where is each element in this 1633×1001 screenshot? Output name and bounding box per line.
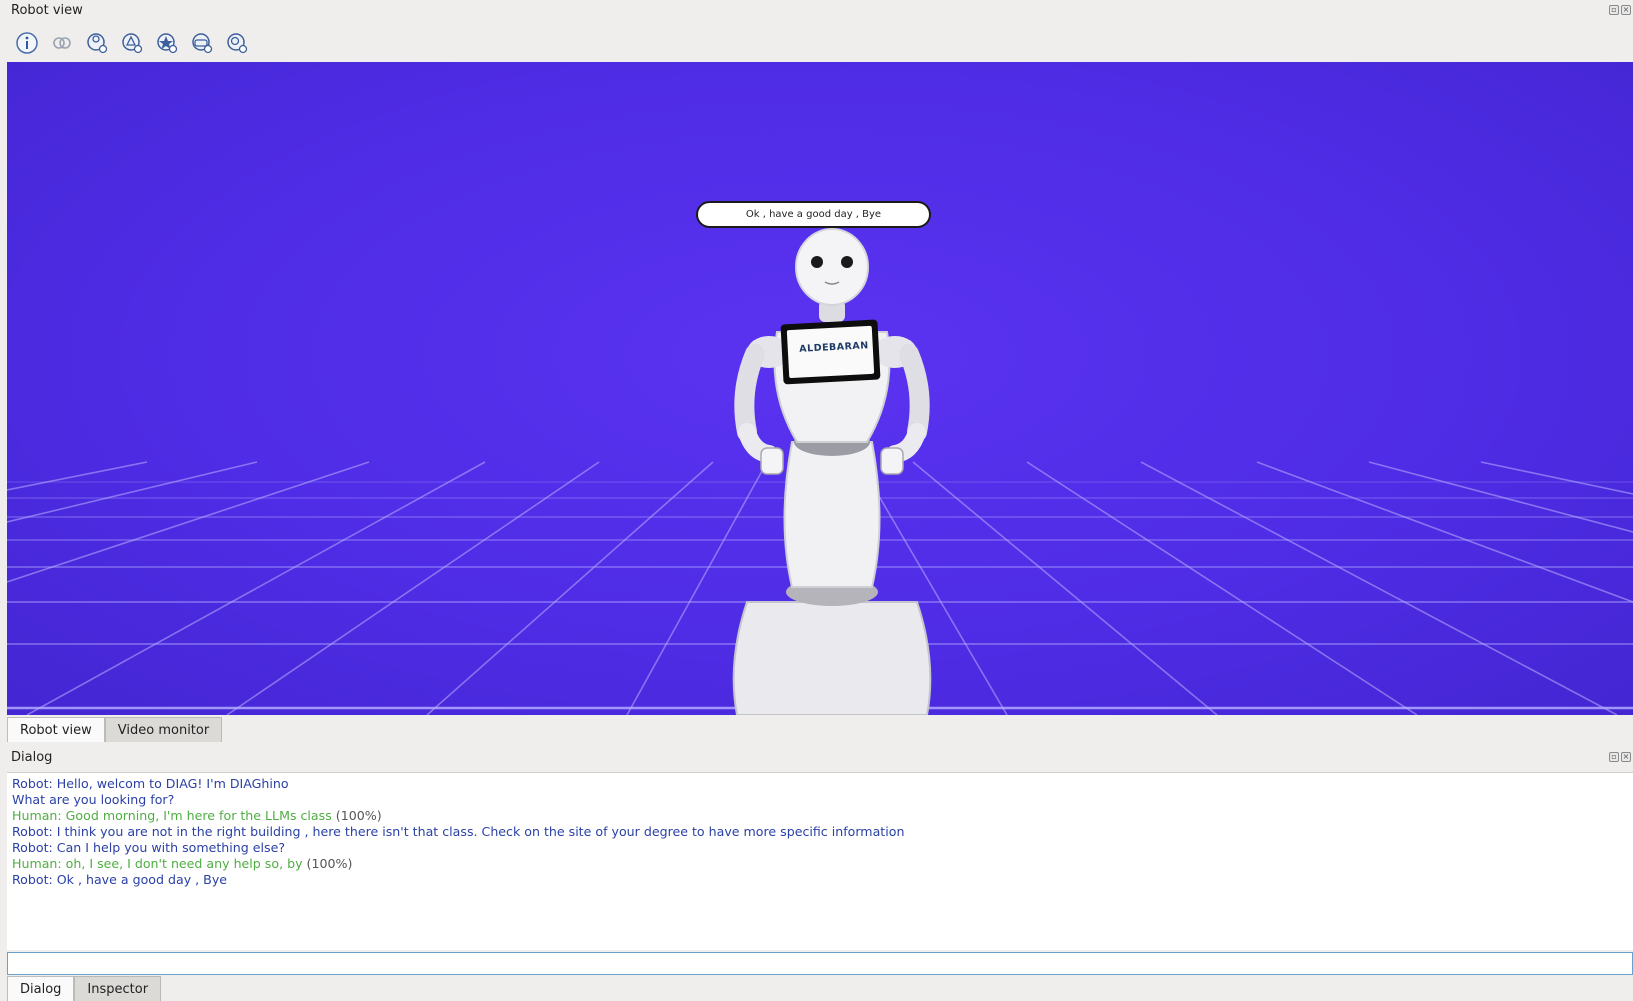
dialog-line: Human: Good morning, I'm here for the LL… bbox=[12, 808, 382, 823]
link-icon bbox=[52, 37, 71, 49]
tab-dialog[interactable]: Dialog bbox=[7, 976, 75, 1001]
robot-settings-icon bbox=[86, 33, 107, 54]
close-panel-button[interactable]: × bbox=[1621, 5, 1631, 15]
robot-camera-icon bbox=[191, 33, 212, 54]
confidence-label: (100%) bbox=[306, 856, 353, 871]
tab-robot-view[interactable]: Robot view bbox=[7, 717, 105, 742]
float-panel-button[interactable]: ▫ bbox=[1609, 5, 1619, 15]
robot-3d-viewport[interactable]: ALDEBARAN Ok , have a good day , Bye bbox=[7, 62, 1633, 715]
dock-tabbar: Dialog Inspector bbox=[7, 976, 162, 1001]
dialog-panel-title: Dialog bbox=[11, 750, 53, 765]
dialog-dock-buttons: ▫ × bbox=[1609, 752, 1631, 762]
confidence-label: (100%) bbox=[335, 808, 382, 823]
dialog-line: Human: oh, I see, I don't need any help … bbox=[12, 856, 353, 871]
robot-animation-button[interactable] bbox=[119, 31, 144, 56]
dialog-log: Robot: Hello, welcom to DIAG! I'm DIAGhi… bbox=[7, 772, 1633, 950]
robot-search-button[interactable] bbox=[224, 31, 249, 56]
robot-search-icon bbox=[226, 33, 247, 54]
dialog-line: What are you looking for? bbox=[12, 792, 175, 807]
robot-view-dock-buttons: ▫ × bbox=[1609, 5, 1631, 15]
tab-video-monitor[interactable]: Video monitor bbox=[104, 717, 223, 742]
tab-inspector[interactable]: Inspector bbox=[74, 976, 162, 1001]
robot-view-toolbar bbox=[14, 29, 249, 57]
robot-settings-button[interactable] bbox=[84, 31, 109, 56]
connect-button[interactable] bbox=[49, 31, 74, 56]
floor-grid bbox=[7, 228, 1633, 715]
close-dialog-button[interactable]: × bbox=[1621, 752, 1631, 762]
robot-behavior-icon bbox=[156, 33, 177, 54]
dialog-input[interactable] bbox=[7, 952, 1633, 975]
float-dialog-button[interactable]: ▫ bbox=[1609, 752, 1619, 762]
view-tabbar: Robot view Video monitor bbox=[7, 717, 223, 742]
speech-bubble: Ok , have a good day , Bye bbox=[696, 201, 931, 228]
pepper-robot bbox=[732, 228, 932, 715]
dialog-line: Robot: Ok , have a good day , Bye bbox=[12, 872, 228, 887]
robot-view-panel-title: Robot view bbox=[11, 3, 83, 18]
info-icon bbox=[15, 32, 38, 54]
robot-animation-icon bbox=[121, 33, 142, 54]
robot-camera-button[interactable] bbox=[189, 31, 214, 56]
dialog-line: Robot: I think you are not in the right … bbox=[12, 824, 905, 839]
robot-behavior-button[interactable] bbox=[154, 31, 179, 56]
dialog-line: Robot: Can I help you with something els… bbox=[12, 840, 285, 855]
info-button[interactable] bbox=[14, 31, 39, 56]
dialog-line: Robot: Hello, welcom to DIAG! I'm DIAGhi… bbox=[12, 776, 289, 791]
